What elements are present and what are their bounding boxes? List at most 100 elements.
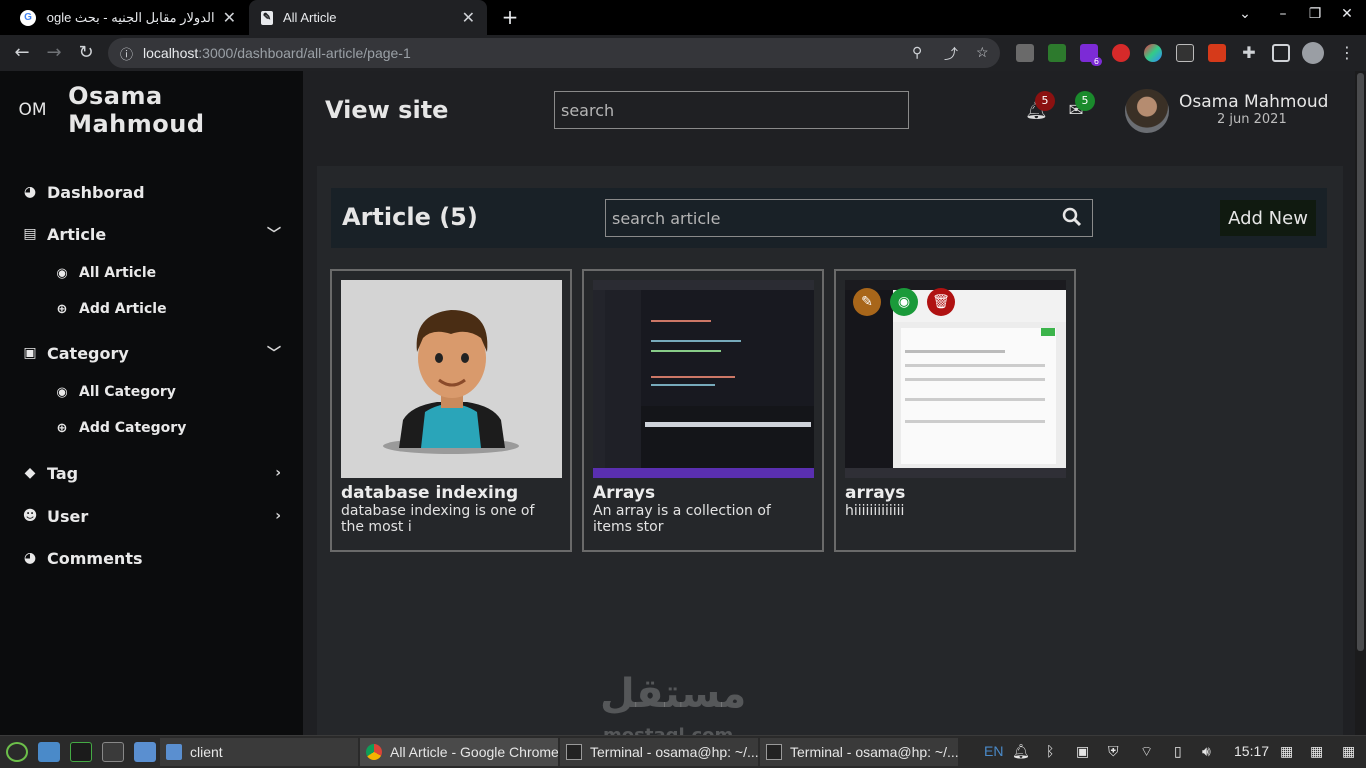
tab-google-search[interactable]: G الدولار مقابل الجنيه - بحث Google ✕ [8, 0, 248, 35]
extension-badge: 6 [1090, 57, 1102, 66]
eye-icon: ◉ [56, 384, 68, 400]
sidebar-item-add-category[interactable]: ⊕ Add Category [0, 415, 303, 441]
terminal-launcher-icon[interactable] [102, 742, 124, 762]
sidebar-item-all-article[interactable]: ◉ All Article [0, 260, 303, 286]
back-icon[interactable]: ← [10, 41, 34, 65]
taskbar-task-chrome[interactable]: All Article - Google Chrome [360, 738, 558, 766]
grid-icon[interactable]: ▦ [1310, 743, 1323, 760]
user-avatar[interactable] [1125, 89, 1169, 133]
view-site-link[interactable]: View site [325, 96, 448, 124]
article-thumbnail[interactable]: ✎ ◉ 🗑︎ [845, 280, 1066, 478]
workspace-switcher-icon[interactable]: ▦ [1280, 743, 1293, 760]
sidebar-item-all-category[interactable]: ◉ All Category [0, 379, 303, 405]
share-icon[interactable]: ⤴ [944, 44, 958, 64]
tab-title: All Article [283, 10, 337, 25]
messages-badge: 5 [1075, 91, 1095, 111]
article-card[interactable]: ✎ ◉ 🗑︎ arrays hiiiiiiiiiiiii [834, 269, 1076, 552]
sidebar-item-category[interactable]: ▣ Category ﹀ [0, 338, 303, 368]
extension-puzzle-icon[interactable]: 6 [1080, 44, 1102, 66]
category-icon: ▣ [23, 345, 37, 361]
sidebar-item-dashboard[interactable]: ◕ Dashborad [0, 177, 303, 207]
extension-dollar-icon[interactable] [1048, 44, 1066, 62]
battery-icon[interactable]: ▯ [1174, 743, 1182, 760]
forward-icon[interactable]: → [42, 41, 66, 65]
zoom-icon[interactable]: ⚲ [912, 44, 922, 61]
notifications-bell-icon[interactable]: 🔔︎ [1012, 743, 1030, 760]
url-path: :3000/dashboard/all-article/page-1 [198, 45, 411, 61]
tag-icon: ◆ [24, 465, 36, 481]
brand-logo: OM [18, 100, 47, 120]
main-content: Article (5) Add New [317, 166, 1343, 735]
extensions-puzzle-icon[interactable]: ✚ [1240, 44, 1258, 62]
close-tab-icon[interactable]: ✕ [223, 8, 236, 28]
sidebar-item-label: All Category [79, 384, 176, 400]
article-search-input[interactable] [605, 199, 1093, 237]
article-thumbnail[interactable] [341, 280, 562, 478]
close-tab-icon[interactable]: ✕ [462, 8, 475, 28]
tab-title: الدولار مقابل الجنيه - بحث Google [46, 9, 215, 25]
minimize-button[interactable]: – [1272, 6, 1294, 22]
dashboard-icon: ◕ [23, 184, 37, 200]
view-eye-icon[interactable]: ◉ [890, 288, 918, 316]
extension-camera-icon[interactable] [1016, 44, 1034, 62]
bluetooth-icon[interactable]: ᛒ [1046, 743, 1054, 759]
profile-avatar[interactable] [1302, 42, 1324, 64]
reload-icon[interactable]: ↻ [74, 41, 98, 65]
sidebar-item-article[interactable]: ▤ Article ﹀ [0, 219, 303, 249]
extension-shield-icon[interactable] [1112, 44, 1130, 62]
new-tab-button[interactable]: + [498, 5, 522, 29]
sidebar-item-label: User [47, 506, 89, 526]
article-description: An array is a collection of items stor [593, 503, 771, 535]
extension-lighthouse-icon[interactable] [1176, 44, 1194, 62]
taskbar-task-terminal-2[interactable]: Terminal - osama@hp: ~/... [760, 738, 958, 766]
side-panel-icon[interactable] [1272, 44, 1290, 62]
sidebar-item-add-article[interactable]: ⊕ Add Article [0, 296, 303, 322]
sidebar-item-user[interactable]: ☻ User › [0, 501, 303, 531]
menu-kebab-icon[interactable]: ⋮ [1338, 44, 1356, 62]
close-window-button[interactable]: ✕ [1336, 6, 1358, 22]
tab-all-article[interactable]: ✎ All Article ✕ [249, 0, 487, 35]
sidebar-item-label: Category [47, 343, 129, 363]
search-input[interactable] [554, 91, 909, 129]
page-title: Article (5) [342, 203, 478, 231]
update-manager-icon[interactable]: ▣ [1076, 743, 1089, 760]
delete-trash-icon[interactable]: 🗑︎ [927, 288, 955, 316]
taskbar-task-terminal[interactable]: Terminal - osama@hp: ~/... [560, 738, 758, 766]
address-bar[interactable]: ⓘ localhost:3000/dashboard/all-article/p… [108, 38, 1000, 68]
article-thumbnail[interactable] [593, 280, 814, 478]
sidebar-item-comments[interactable]: ◕ Comments [0, 543, 303, 573]
security-shield-icon[interactable]: ⛨ [1108, 743, 1119, 760]
extension-game-icon[interactable] [1208, 44, 1226, 62]
browser-toolbar: ← → ↻ ⓘ localhost:3000/dashboard/all-art… [0, 35, 1366, 71]
edit-pencil-icon[interactable]: ✎ [853, 288, 881, 316]
brand[interactable]: OM Osama Mahmoud [0, 71, 303, 149]
url-host: localhost [143, 45, 199, 61]
article-card[interactable]: Arrays An array is a collection of items… [582, 269, 824, 552]
article-card[interactable]: database indexing database indexing is o… [330, 269, 572, 552]
sidebar-item-label: Add Article [79, 301, 167, 317]
files-launcher-icon[interactable] [134, 742, 156, 762]
keyboard-layout[interactable]: EN [984, 743, 1003, 759]
user-name: Osama Mahmoud [1179, 92, 1329, 112]
tab-search-icon[interactable]: ⌄ [1234, 6, 1256, 22]
mint-menu-icon[interactable] [6, 742, 28, 762]
sidebar-item-tag[interactable]: ◆ Tag › [0, 458, 303, 488]
article-title: Arrays [593, 483, 656, 503]
scrollbar-thumb[interactable] [1357, 73, 1364, 651]
search-icon[interactable] [1061, 207, 1083, 229]
volume-icon[interactable]: 🔊︎ [1202, 743, 1211, 760]
system-monitor-icon[interactable] [70, 742, 92, 762]
sidebar-item-label: All Article [79, 265, 157, 281]
taskbar-task-client[interactable]: client [160, 738, 358, 766]
wifi-icon[interactable]: ⌔ [1140, 743, 1153, 761]
os-taskbar: client All Article - Google Chrome Termi… [0, 735, 1366, 768]
site-info-icon[interactable]: ⓘ [120, 44, 133, 63]
show-desktop-icon[interactable] [38, 742, 60, 762]
extension-heart-icon[interactable] [1144, 44, 1162, 62]
maximize-button[interactable]: ❐ [1304, 6, 1326, 22]
apps-grid-icon[interactable]: ▦ [1342, 743, 1355, 760]
add-new-button[interactable]: Add New [1220, 200, 1316, 236]
clock[interactable]: 15:17 [1234, 743, 1269, 759]
bookmark-star-icon[interactable]: ☆ [976, 44, 989, 61]
plus-circle-icon: ⊕ [56, 420, 68, 436]
